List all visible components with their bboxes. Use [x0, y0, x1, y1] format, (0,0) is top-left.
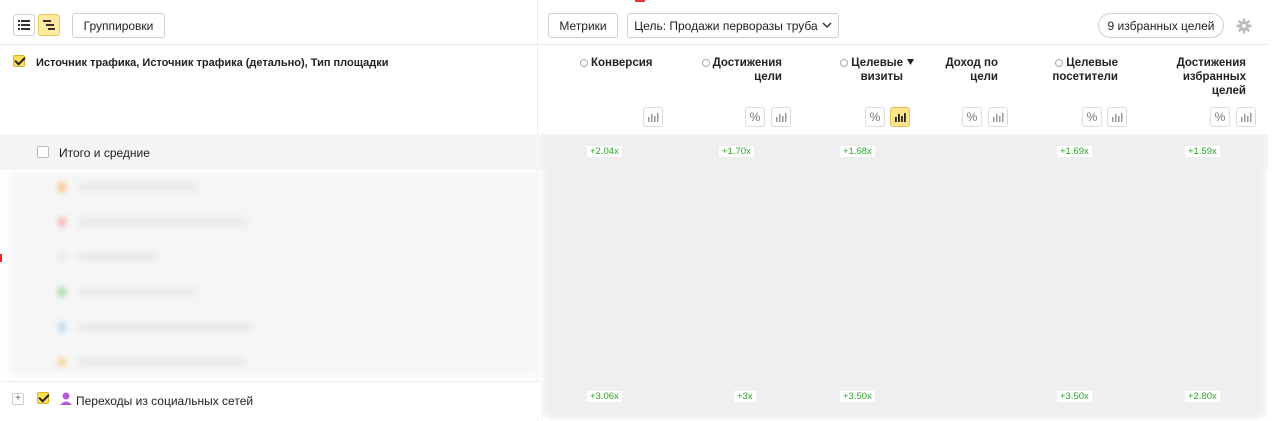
column-header-goal-revenue[interactable]: Доход по цели [930, 56, 998, 84]
percent-toggle-target-visitors[interactable]: % [1082, 107, 1102, 127]
chart-toggle-goal-revenue[interactable] [988, 107, 1008, 127]
social-multiplier-goal-reaches: +3x [734, 391, 756, 402]
percent-toggle-target-visits[interactable]: % [865, 107, 885, 127]
info-icon[interactable] [580, 59, 588, 67]
favorite-goals-button[interactable]: 9 избранных целей [1098, 13, 1224, 38]
totals-multiplier-conversion: +2.04x [587, 146, 622, 157]
red-edge-mark [0, 254, 2, 262]
totals-label: Итого и средние [59, 146, 150, 160]
percent-toggle-favorite-goals[interactable]: % [1210, 107, 1230, 127]
chevron-down-icon [822, 22, 832, 29]
sort-desc-icon[interactable] [907, 59, 914, 65]
column-header-goal-reaches[interactable]: Достижения цели [690, 56, 782, 84]
social-multiplier-conversion: +3.06x [587, 391, 622, 402]
column-header-favorite-goal-reaches[interactable]: Достижения избранных целей [1160, 56, 1246, 98]
social-label: Переходы из социальных сетей [76, 394, 254, 408]
social-multiplier-favorite-goals: +2.80x [1185, 391, 1220, 402]
bar-chart-icon [648, 113, 659, 122]
chart-toggle-target-visits[interactable] [890, 107, 910, 127]
info-icon[interactable] [701, 59, 710, 67]
dimension-header: Источник трафика, Источник трафика (дета… [36, 57, 389, 69]
column-header-target-visits[interactable]: Целевые визиты [830, 56, 903, 84]
totals-multiplier-target-visitors: +1.69x [1057, 146, 1092, 157]
column-header-target-visitors[interactable]: Целевые посетители [1040, 56, 1118, 84]
tree-icon [43, 20, 55, 30]
column-header-conversion[interactable]: Конверсия [580, 56, 653, 70]
totals-multiplier-goal-reaches: +1.70x [719, 146, 754, 157]
tree-view-button[interactable] [38, 14, 60, 36]
goal-select[interactable]: Цель: Продажи перворазы труба [627, 13, 839, 38]
red-top-mark [635, 0, 645, 2]
list-view-button[interactable] [13, 14, 35, 36]
social-checkbox[interactable] [37, 392, 49, 404]
bar-chart-icon [776, 113, 787, 122]
chart-toggle-favorite-goals[interactable] [1236, 107, 1256, 127]
chart-toggle-target-visitors[interactable] [1107, 107, 1127, 127]
chart-toggle-conversion[interactable] [643, 107, 663, 127]
info-icon[interactable] [1055, 59, 1064, 67]
bar-chart-icon [1241, 113, 1252, 122]
metrics-button[interactable]: Метрики [548, 13, 618, 38]
totals-multiplier-favorite-goals: +1.59x [1185, 146, 1220, 157]
percent-toggle-goal-reaches[interactable]: % [745, 107, 765, 127]
bar-chart-icon [895, 113, 906, 122]
person-icon [60, 392, 72, 405]
expand-button[interactable]: + [12, 393, 24, 405]
totals-checkbox[interactable] [37, 146, 49, 158]
social-multiplier-target-visits: +3.50x [840, 391, 875, 402]
totals-multiplier-target-visits: +1.68x [840, 146, 875, 157]
bar-chart-icon [993, 113, 1004, 122]
toolbar-divider [0, 44, 1268, 45]
info-icon[interactable] [840, 59, 849, 67]
bar-chart-icon [1112, 113, 1123, 122]
list-icon [18, 20, 30, 30]
dimension-checkbox[interactable] [13, 55, 25, 67]
groupings-button[interactable]: Группировки [72, 13, 165, 38]
goal-select-label: Цель: Продажи перворазы труба [634, 18, 818, 33]
percent-toggle-goal-revenue[interactable]: % [962, 107, 982, 127]
gear-icon[interactable] [1236, 18, 1252, 34]
social-multiplier-target-visitors: +3.50x [1057, 391, 1092, 402]
chart-toggle-goal-reaches[interactable] [771, 107, 791, 127]
